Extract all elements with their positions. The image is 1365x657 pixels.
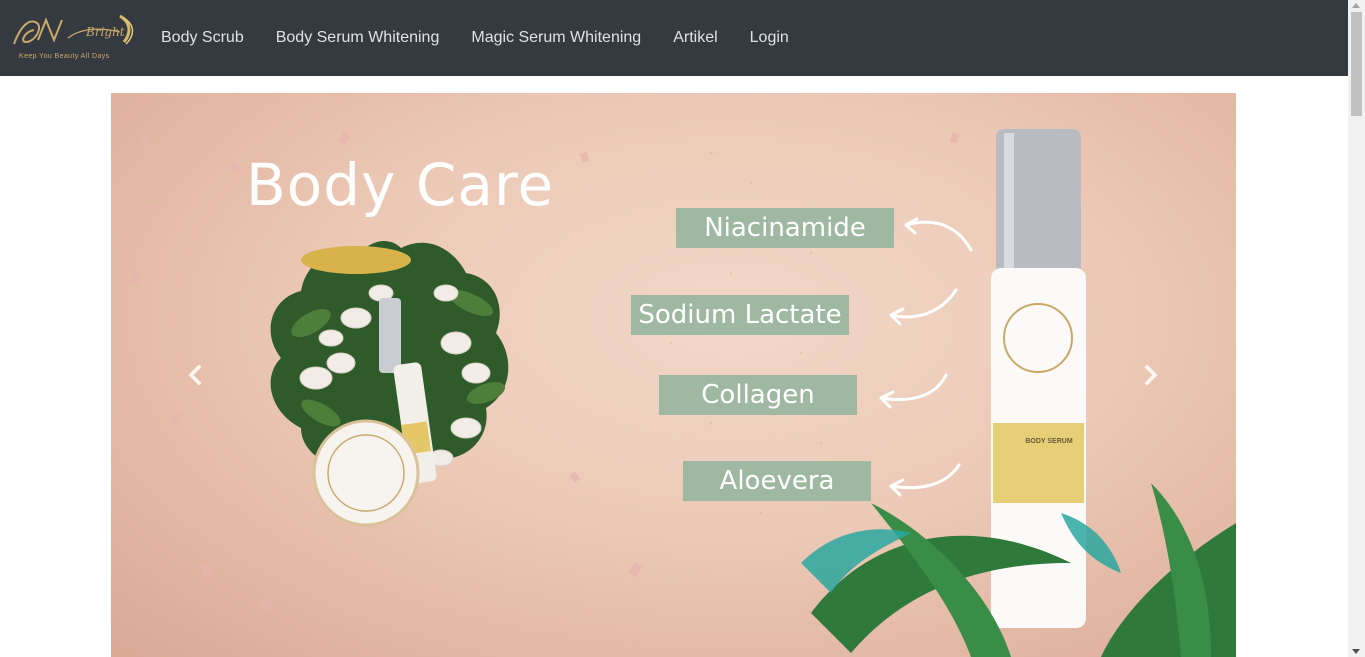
brand-logo[interactable]: Bright Keep You Beauty All Days bbox=[8, 12, 138, 64]
nav-item-body-serum-whitening[interactable]: Body Serum Whitening bbox=[260, 0, 456, 76]
ingredient-tag: Niacinamide bbox=[676, 208, 894, 248]
bottle-label: BODY SERUM bbox=[1025, 438, 1073, 445]
hero-carousel[interactable]: Body Care Niacinamide Sodium Lactate Col… bbox=[111, 93, 1236, 657]
nav-item-artikel[interactable]: Artikel bbox=[657, 0, 733, 76]
nav-item-body-scrub[interactable]: Body Scrub bbox=[145, 0, 260, 76]
chevron-right-icon bbox=[1144, 364, 1158, 386]
slide-title: Body Care bbox=[246, 151, 555, 219]
carousel-prev-button[interactable] bbox=[175, 355, 215, 395]
carousel-next-button[interactable] bbox=[1131, 355, 1171, 395]
nav-item-login[interactable]: Login bbox=[734, 0, 805, 76]
scroll-down-arrow-icon[interactable] bbox=[1352, 649, 1360, 654]
ingredient-tag: Collagen bbox=[659, 375, 857, 415]
svg-text:Bright: Bright bbox=[85, 25, 125, 39]
ingredient-tag: Sodium Lactate bbox=[631, 295, 849, 335]
ingredient-tag: Aloevera bbox=[683, 461, 871, 501]
nav-item-magic-serum-whitening[interactable]: Magic Serum Whitening bbox=[455, 0, 657, 76]
page-scrollbar[interactable] bbox=[1348, 0, 1365, 657]
scroll-up-arrow-icon[interactable] bbox=[1352, 3, 1360, 8]
chevron-left-icon bbox=[188, 364, 202, 386]
brand-tagline: Keep You Beauty All Days bbox=[19, 53, 110, 60]
navbar: Bright Keep You Beauty All Days Body Scr… bbox=[0, 0, 1348, 76]
scrollbar-thumb[interactable] bbox=[1351, 12, 1362, 116]
main-nav: Body Scrub Body Serum Whitening Magic Se… bbox=[145, 0, 805, 76]
product-photo bbox=[270, 241, 509, 527]
